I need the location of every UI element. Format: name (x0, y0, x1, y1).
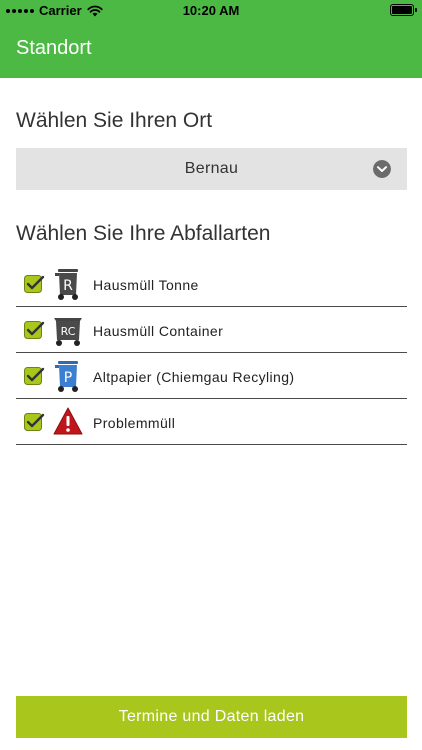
svg-text:RC: RC (61, 325, 76, 338)
waste-type-row[interactable]: Problemmüll (16, 399, 407, 445)
location-selected-value: Bernau (184, 160, 239, 177)
svg-text:P: P (64, 370, 72, 386)
checkbox-checked-icon[interactable] (24, 321, 45, 340)
waste-type-label: Hausmüll Tonne (93, 277, 199, 293)
status-bar: Carrier 10:20 AM (0, 0, 422, 20)
waste-type-row[interactable]: P Altpapier (Chiemgau Recyling) (16, 353, 407, 399)
checkbox-checked-icon[interactable] (24, 367, 45, 386)
checkbox-checked-icon[interactable] (24, 413, 45, 432)
waste-type-row[interactable]: RC Hausmüll Container (16, 307, 407, 353)
waste-type-label: Altpapier (Chiemgau Recyling) (93, 369, 295, 385)
location-select[interactable]: Bernau (16, 148, 407, 190)
load-dates-button[interactable]: Termine und Daten laden (16, 696, 407, 738)
waste-type-label: Hausmüll Container (93, 323, 224, 339)
chevron-down-icon (373, 160, 391, 178)
waste-type-list: R Hausmüll Tonne RC Hausmüll Container P… (16, 261, 407, 445)
waste-types-heading: Wählen Sie Ihre Abfallarten (16, 222, 271, 245)
nav-bar: Standort (0, 20, 422, 78)
clock: 10:20 AM (182, 3, 240, 18)
waste-type-row[interactable]: R Hausmüll Tonne (16, 261, 407, 307)
waste-type-label: Problemmüll (93, 415, 176, 431)
load-dates-button-label: Termine und Daten laden (118, 708, 305, 725)
checkbox-checked-icon[interactable] (24, 275, 45, 294)
residual-waste-bin-icon: R (55, 269, 78, 300)
location-heading: Wählen Sie Ihren Ort (16, 109, 213, 132)
svg-text:R: R (63, 278, 73, 294)
residual-waste-container-icon: RC (54, 318, 82, 346)
page-title: Standort (16, 37, 92, 59)
paper-bin-icon: P (55, 361, 78, 392)
battery-icon (390, 4, 417, 16)
hazard-warning-icon (53, 407, 83, 435)
